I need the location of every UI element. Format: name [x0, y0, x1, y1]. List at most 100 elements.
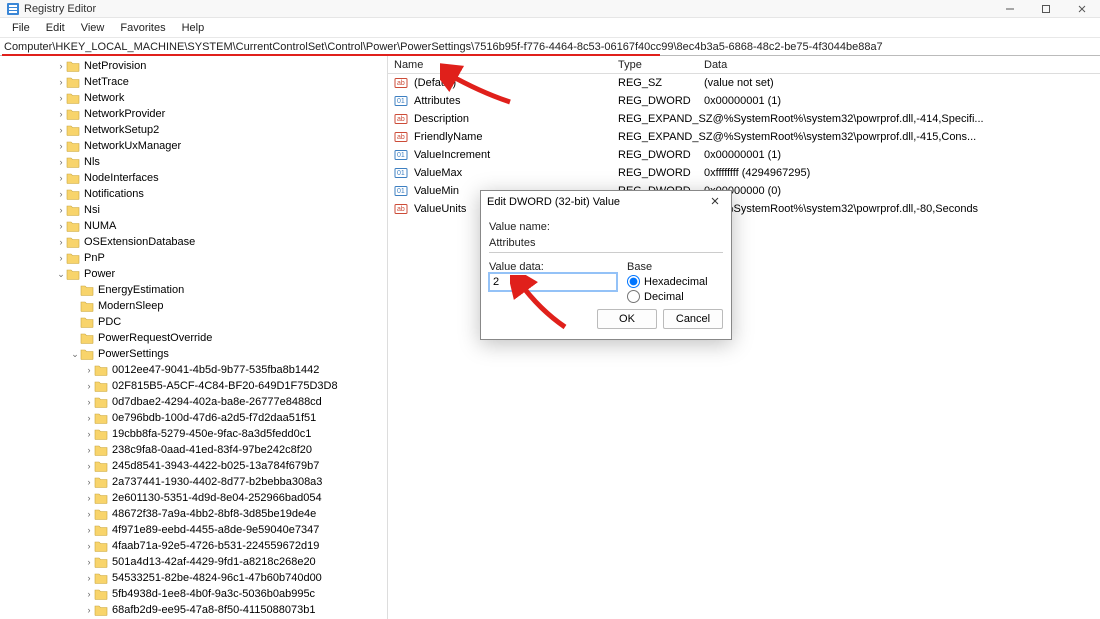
values-header[interactable]: Name Type Data: [388, 56, 1100, 74]
tree-item[interactable]: ›Nls: [0, 154, 387, 170]
expand-chevron-icon[interactable]: ›: [84, 413, 94, 423]
expand-chevron-icon[interactable]: ›: [84, 381, 94, 391]
tree-item[interactable]: ›48672f38-7a9a-4bb2-8bf8-3d85be19de4e: [0, 506, 387, 522]
tree-item[interactable]: ›NetTrace: [0, 74, 387, 90]
tree-label: Nsi: [84, 204, 100, 216]
tree-item[interactable]: ›54533251-82be-4824-96c1-47b60b740d00: [0, 570, 387, 586]
expand-chevron-icon[interactable]: ›: [84, 589, 94, 599]
expand-chevron-icon[interactable]: ›: [84, 493, 94, 503]
tree-item[interactable]: ›OSExtensionDatabase: [0, 234, 387, 250]
tree-item[interactable]: ⌄PowerSettings: [0, 346, 387, 362]
dialog-close-button[interactable]: [705, 196, 725, 209]
address-bar[interactable]: Computer\HKEY_LOCAL_MACHINE\SYSTEM\Curre…: [0, 38, 1100, 56]
tree-pane[interactable]: ›NetProvision›NetTrace›Network›NetworkPr…: [0, 56, 388, 619]
expand-chevron-icon[interactable]: ⌄: [70, 349, 80, 360]
expand-chevron-icon[interactable]: ›: [84, 461, 94, 471]
tree-item[interactable]: ›245d8541-3943-4422-b025-13a784f679b7: [0, 458, 387, 474]
expand-chevron-icon[interactable]: ›: [84, 605, 94, 615]
expand-chevron-icon[interactable]: ›: [56, 237, 66, 247]
tree-item[interactable]: ›Network: [0, 90, 387, 106]
expand-chevron-icon[interactable]: ⌄: [56, 269, 66, 280]
tree-item[interactable]: ›238c9fa8-0aad-41ed-83f4-97be242c8f20: [0, 442, 387, 458]
expand-chevron-icon[interactable]: ›: [56, 205, 66, 215]
close-button[interactable]: [1064, 0, 1100, 18]
ok-button[interactable]: OK: [597, 309, 657, 329]
cancel-button[interactable]: Cancel: [663, 309, 723, 329]
tree-item[interactable]: ›NodeInterfaces: [0, 170, 387, 186]
menu-file[interactable]: File: [4, 20, 38, 36]
col-data[interactable]: Data: [704, 59, 1100, 71]
value-row[interactable]: 01AttributesREG_DWORD0x00000001 (1): [388, 92, 1100, 110]
tree-item[interactable]: ›PnP: [0, 250, 387, 266]
tree-item[interactable]: › Nsi: [0, 202, 387, 218]
radio-hexadecimal[interactable]: Hexadecimal: [627, 275, 723, 288]
expand-chevron-icon[interactable]: ›: [84, 557, 94, 567]
radio-hex-label: Hexadecimal: [644, 276, 708, 288]
radio-hexadecimal-input[interactable]: [627, 275, 640, 288]
tree-item[interactable]: ›0d7dbae2-4294-402a-ba8e-26777e8488cd: [0, 394, 387, 410]
tree-item[interactable]: ⌄Power: [0, 266, 387, 282]
expand-chevron-icon[interactable]: ›: [56, 93, 66, 103]
menu-help[interactable]: Help: [174, 20, 213, 36]
dialog-titlebar[interactable]: Edit DWORD (32-bit) Value: [481, 191, 731, 213]
tree-item[interactable]: ›68afb2d9-ee95-47a8-8f50-4115088073b1: [0, 602, 387, 618]
value-data: 0x00000000 (0): [704, 185, 1100, 197]
col-name[interactable]: Name: [394, 59, 618, 71]
expand-chevron-icon[interactable]: ›: [84, 509, 94, 519]
menu-favorites[interactable]: Favorites: [112, 20, 173, 36]
expand-chevron-icon[interactable]: ›: [56, 173, 66, 183]
expand-chevron-icon[interactable]: ›: [56, 125, 66, 135]
expand-chevron-icon[interactable]: ›: [84, 525, 94, 535]
menu-edit[interactable]: Edit: [38, 20, 73, 36]
value-data-input[interactable]: [489, 273, 617, 291]
tree-item[interactable]: PowerRequestOverride: [0, 330, 387, 346]
tree-item[interactable]: ModernSleep: [0, 298, 387, 314]
radio-decimal[interactable]: Decimal: [627, 290, 723, 303]
maximize-button[interactable]: [1028, 0, 1064, 18]
expand-chevron-icon[interactable]: ›: [56, 77, 66, 87]
expand-chevron-icon[interactable]: ›: [56, 189, 66, 199]
tree-item[interactable]: ›501a4d13-42af-4429-9fd1-a8218c268e20: [0, 554, 387, 570]
tree-item[interactable]: ›NUMA: [0, 218, 387, 234]
tree-item[interactable]: ›Notifications: [0, 186, 387, 202]
expand-chevron-icon[interactable]: ›: [84, 445, 94, 455]
tree-item[interactable]: ›4faab71a-92e5-4726-b531-224559672d19: [0, 538, 387, 554]
expand-chevron-icon[interactable]: ›: [56, 109, 66, 119]
tree-label: 0e796bdb-100d-47d6-a2d5-f7d2daa51f51: [112, 412, 316, 424]
tree-item[interactable]: › 0e796bdb-100d-47d6-a2d5-f7d2daa51f51: [0, 410, 387, 426]
tree-item[interactable]: ›4f971e89-eebd-4455-a8de-9e59040e7347: [0, 522, 387, 538]
expand-chevron-icon[interactable]: ›: [84, 397, 94, 407]
expand-chevron-icon[interactable]: ›: [84, 541, 94, 551]
expand-chevron-icon[interactable]: ›: [84, 477, 94, 487]
minimize-button[interactable]: [992, 0, 1028, 18]
radio-decimal-input[interactable]: [627, 290, 640, 303]
value-row[interactable]: abDescriptionREG_EXPAND_SZ@%SystemRoot%\…: [388, 110, 1100, 128]
col-type[interactable]: Type: [618, 59, 704, 71]
tree-item[interactable]: EnergyEstimation: [0, 282, 387, 298]
tree-item[interactable]: PDC: [0, 314, 387, 330]
tree-item[interactable]: ›NetworkUxManager: [0, 138, 387, 154]
expand-chevron-icon[interactable]: ›: [56, 253, 66, 263]
tree-item[interactable]: ›19cbb8fa-5279-450e-9fac-8a3d5fedd0c1: [0, 426, 387, 442]
tree-item[interactable]: ›5fb4938d-1ee8-4b0f-9a3c-5036b0ab995c: [0, 586, 387, 602]
tree-item[interactable]: ›0012ee47-9041-4b5d-9b77-535fba8b1442: [0, 362, 387, 378]
value-row[interactable]: abFriendlyNameREG_EXPAND_SZ@%SystemRoot%…: [388, 128, 1100, 146]
tree-item[interactable]: ›NetProvision: [0, 58, 387, 74]
value-row[interactable]: 01ValueMaxREG_DWORD0xffffffff (429496729…: [388, 164, 1100, 182]
folder-icon: [94, 539, 108, 553]
tree-item[interactable]: ›2e601130-5351-4d9d-8e04-252966bad054: [0, 490, 387, 506]
tree-item[interactable]: ›02F815B5-A5CF-4C84-BF20-649D1F75D3D8: [0, 378, 387, 394]
value-row[interactable]: 01ValueIncrementREG_DWORD0x00000001 (1): [388, 146, 1100, 164]
expand-chevron-icon[interactable]: ›: [56, 157, 66, 167]
expand-chevron-icon[interactable]: ›: [84, 365, 94, 375]
menu-view[interactable]: View: [73, 20, 113, 36]
value-row[interactable]: ab(Default)REG_SZ(value not set): [388, 74, 1100, 92]
tree-item[interactable]: ›NetworkProvider: [0, 106, 387, 122]
expand-chevron-icon[interactable]: ›: [84, 429, 94, 439]
expand-chevron-icon[interactable]: ›: [84, 573, 94, 583]
expand-chevron-icon[interactable]: ›: [56, 141, 66, 151]
tree-item[interactable]: ›2a737441-1930-4402-8d77-b2bebba308a3: [0, 474, 387, 490]
expand-chevron-icon[interactable]: ›: [56, 221, 66, 231]
tree-item[interactable]: ›NetworkSetup2: [0, 122, 387, 138]
expand-chevron-icon[interactable]: ›: [56, 61, 66, 71]
